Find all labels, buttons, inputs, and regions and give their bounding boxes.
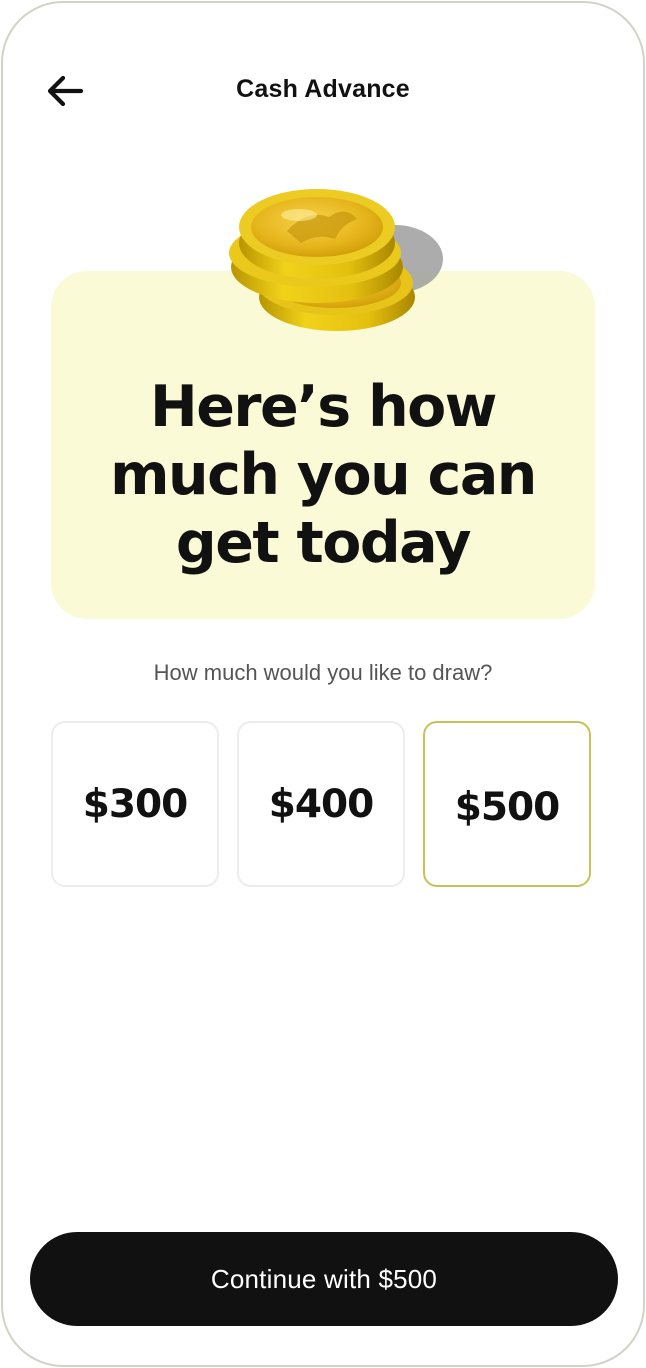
hero-title-line-1: Here’s how	[150, 374, 497, 440]
amount-option-500[interactable]: $500	[423, 721, 591, 887]
hero-title-line-2: much you can	[110, 442, 537, 508]
amount-option-400[interactable]: $400	[237, 721, 405, 887]
amount-option-300[interactable]: $300	[51, 721, 219, 887]
hero-title-line-3: get today	[175, 510, 472, 576]
continue-button[interactable]: Continue with $500	[30, 1232, 618, 1326]
page-title: Cash Advance	[236, 75, 410, 103]
gold-coins-icon	[217, 179, 457, 339]
phone-screen: Cash Advance Here’s how much you can get…	[1, 1, 645, 1367]
hero-title: Here’s how much you can get today	[51, 373, 595, 577]
amount-prompt: How much would you like to draw?	[153, 660, 493, 685]
